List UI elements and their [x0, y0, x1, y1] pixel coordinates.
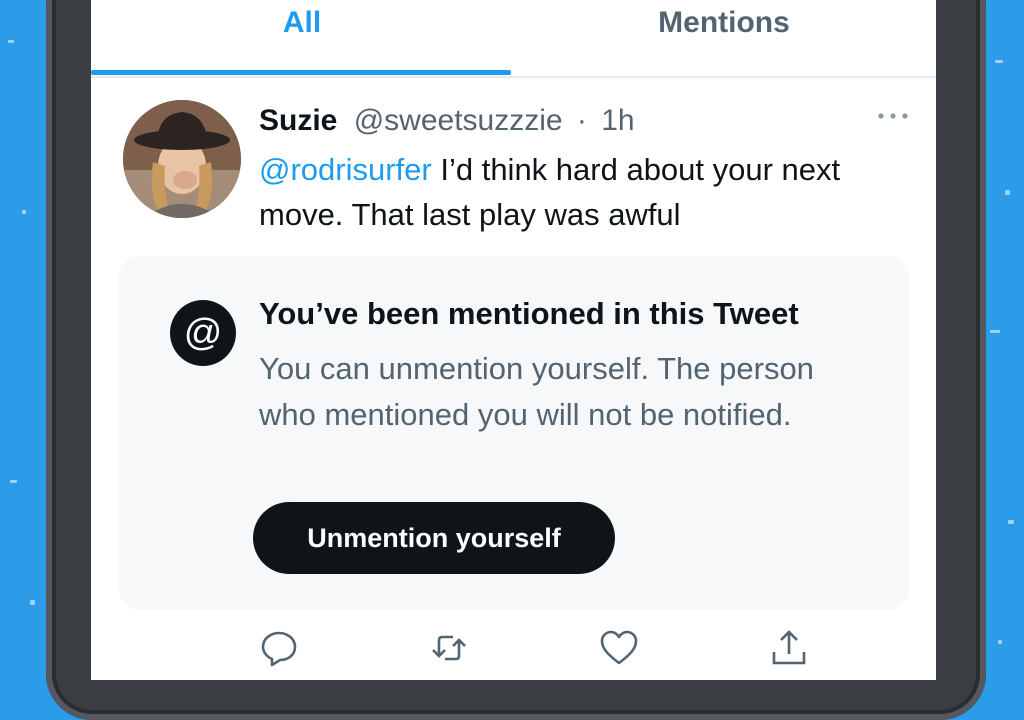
- tweet-author-name[interactable]: Suzie: [259, 104, 337, 137]
- unmention-button[interactable]: Unmention yourself: [253, 502, 615, 574]
- tweet-actions: [91, 628, 936, 680]
- active-tab-indicator: [91, 70, 511, 75]
- notice-title: You’ve been mentioned in this Tweet: [259, 296, 799, 331]
- mention-notice-card: @ You’ve been mentioned in this Tweet Yo…: [119, 256, 909, 610]
- tab-mentions[interactable]: Mentions: [513, 0, 935, 74]
- tweet-author-handle[interactable]: @sweetsuzzzie: [354, 104, 563, 137]
- retweet-icon[interactable]: [429, 628, 469, 668]
- avatar[interactable]: [123, 100, 241, 218]
- like-icon[interactable]: [599, 628, 639, 668]
- phone-screen: All Mentions Suzie @sweetsuzzzie · 1h @r…: [91, 0, 936, 680]
- tab-all[interactable]: All: [91, 0, 513, 74]
- share-icon[interactable]: [769, 628, 809, 668]
- tweet-header: Suzie @sweetsuzzzie · 1h: [259, 104, 635, 138]
- tweet-separator: ·: [576, 104, 587, 137]
- tweet-timestamp[interactable]: 1h: [601, 104, 634, 137]
- tweet-text: @rodrisurfer I’d think hard about your n…: [259, 147, 899, 237]
- reply-icon[interactable]: [259, 628, 299, 668]
- at-sign-icon: @: [170, 300, 236, 366]
- mention-link[interactable]: @rodrisurfer: [259, 152, 432, 187]
- notice-body: You can unmention yourself. The person w…: [259, 351, 814, 432]
- tab-bar: All Mentions: [91, 0, 936, 78]
- more-options-icon[interactable]: [876, 106, 910, 126]
